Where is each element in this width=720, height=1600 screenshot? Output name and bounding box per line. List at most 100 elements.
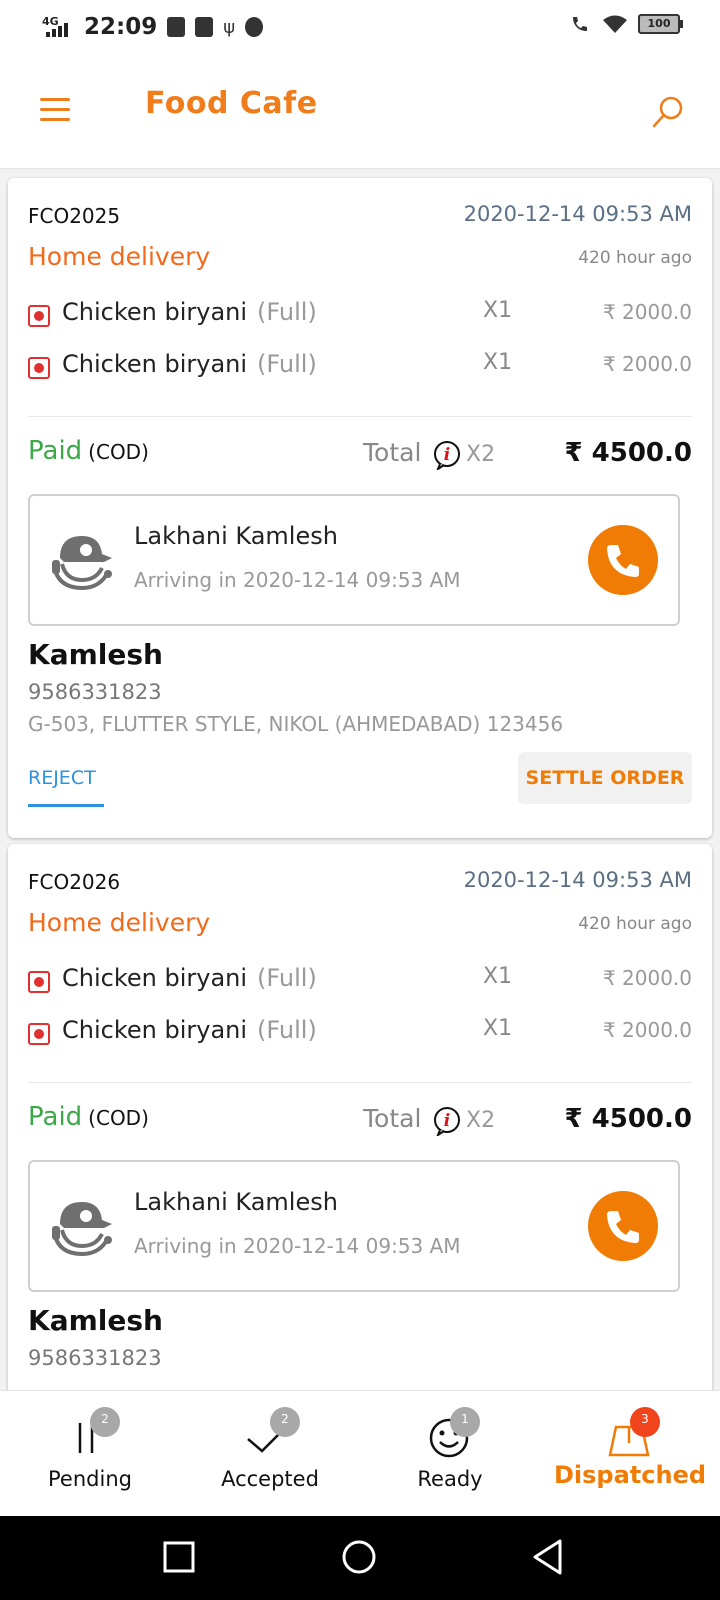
tab-accepted[interactable]: 2 Accepted <box>180 1391 360 1517</box>
non-veg-icon <box>28 357 50 379</box>
order-id: FCO2026 <box>28 870 121 894</box>
item-name: Chicken biryani (Full) <box>62 298 317 326</box>
order-item: Chicken biryani (Full) X1 ₹ 2000.0 <box>28 964 692 1004</box>
total-amount: ₹ 4500.0 <box>564 1104 692 1134</box>
tab-label: Dispatched <box>553 1461 707 1489</box>
orders-list[interactable]: FCO2025 2020-12-14 09:53 AM Home deliver… <box>0 168 720 1390</box>
app-bar: Food Cafe <box>0 56 720 169</box>
tab-label: Accepted <box>221 1467 319 1491</box>
item-qty: X1 <box>483 298 513 323</box>
payment-status: Paid (COD) <box>28 436 149 466</box>
total-count: X2 <box>466 442 496 467</box>
tab-ready[interactable]: 1 Ready <box>360 1391 540 1517</box>
status-bar: 4G 22:09 ψ 100 <box>0 0 720 56</box>
svg-text:i: i <box>444 1111 450 1131</box>
status-left: 4G 22:09 ψ <box>42 14 264 40</box>
battery-icon: 100 <box>638 14 683 34</box>
home-icon[interactable] <box>340 1538 378 1576</box>
total-label: Total <box>363 438 422 467</box>
item-variant: (Full) <box>257 298 317 326</box>
total-count: X2 <box>466 1108 496 1133</box>
call-button[interactable] <box>588 525 658 595</box>
info-icon[interactable]: i <box>432 440 462 470</box>
clock: 22:09 <box>84 14 158 40</box>
non-veg-icon <box>28 971 50 993</box>
app-title: Food Cafe <box>145 86 318 121</box>
back-icon[interactable] <box>530 1538 566 1576</box>
call-button[interactable] <box>588 1191 658 1261</box>
item-variant: (Full) <box>257 964 317 992</box>
search-icon[interactable] <box>650 94 686 130</box>
divider <box>28 1082 692 1083</box>
item-name: Chicken biryani (Full) <box>62 964 317 992</box>
order-id: FCO2025 <box>28 204 121 228</box>
non-veg-icon <box>28 305 50 327</box>
hamburger-icon <box>40 98 70 101</box>
phone-icon <box>607 1211 639 1243</box>
delivery-rider-card: Lakhani Kamlesh Arriving in 2020-12-14 0… <box>28 1160 680 1292</box>
dispatched-count-badge: 3 <box>630 1407 660 1437</box>
delivery-person-icon <box>52 1202 112 1257</box>
svg-text:i: i <box>444 445 450 465</box>
system-navigation-bar <box>0 1516 720 1600</box>
rider-name: Lakhani Kamlesh <box>134 1188 338 1216</box>
tab-dispatched[interactable]: 3 Dispatched <box>540 1391 720 1517</box>
cellular-signal-icon: 4G <box>42 15 74 39</box>
accepted-count-badge: 2 <box>270 1407 300 1437</box>
order-card[interactable]: FCO2025 2020-12-14 09:53 AM Home deliver… <box>8 178 712 838</box>
rider-name: Lakhani Kamlesh <box>134 522 338 550</box>
total-amount: ₹ 4500.0 <box>564 438 692 468</box>
order-item: Chicken biryani (Full) X1 ₹ 2000.0 <box>28 350 692 390</box>
menu-button[interactable] <box>40 98 70 122</box>
tab-pending[interactable]: 2 Pending <box>0 1391 180 1517</box>
order-card[interactable]: FCO2026 2020-12-14 09:53 AM Home deliver… <box>8 844 712 1390</box>
order-date: 2020-12-14 09:53 AM <box>463 868 692 892</box>
customer-name: Kamlesh <box>28 638 163 671</box>
bottom-navigation: 2 Pending 2 Accepted 1 Ready 3 Dispatche… <box>0 1390 720 1517</box>
divider <box>28 416 692 417</box>
item-price: ₹ 2000.0 <box>602 966 692 990</box>
status-right: 100 <box>570 14 683 34</box>
order-time-ago: 420 hour ago <box>578 248 692 268</box>
customer-phone[interactable]: 9586331823 <box>28 680 162 704</box>
item-name: Chicken biryani (Full) <box>62 1016 317 1044</box>
settle-order-button[interactable]: SETTLE ORDER <box>518 752 692 804</box>
item-name: Chicken biryani (Full) <box>62 350 317 378</box>
rider-eta: Arriving in 2020-12-14 09:53 AM <box>134 1234 461 1258</box>
item-qty: X1 <box>483 964 513 989</box>
item-variant: (Full) <box>257 350 317 378</box>
phone-icon <box>607 545 639 577</box>
pending-count-badge: 2 <box>90 1407 120 1437</box>
rider-eta: Arriving in 2020-12-14 09:53 AM <box>134 568 461 592</box>
item-price: ₹ 2000.0 <box>602 1018 692 1042</box>
usb-icon: ψ <box>223 16 236 38</box>
item-price: ₹ 2000.0 <box>602 300 692 324</box>
order-type: Home delivery <box>28 242 211 271</box>
tab-label: Pending <box>48 1467 132 1491</box>
payment-method: (COD) <box>88 1106 149 1130</box>
customer-phone[interactable]: 9586331823 <box>28 1346 162 1370</box>
delivery-person-icon <box>52 536 112 591</box>
info-icon[interactable]: i <box>432 1106 462 1136</box>
payment-method: (COD) <box>88 440 149 464</box>
delivery-rider-card: Lakhani Kamlesh Arriving in 2020-12-14 0… <box>28 494 680 626</box>
payment-status: Paid (COD) <box>28 1102 149 1132</box>
order-time-ago: 420 hour ago <box>578 914 692 934</box>
customer-address: G-503, FLUTTER STYLE, NIKOL (AHMEDABAD) … <box>28 712 564 736</box>
non-veg-icon <box>28 1023 50 1045</box>
order-item: Chicken biryani (Full) X1 ₹ 2000.0 <box>28 1016 692 1056</box>
recents-icon[interactable] <box>162 1538 196 1576</box>
customer-name: Kamlesh <box>28 1304 163 1337</box>
ready-count-badge: 1 <box>450 1407 480 1437</box>
item-variant: (Full) <box>257 1016 317 1044</box>
wifi-calling-icon <box>573 17 587 31</box>
reject-button[interactable]: REJECT <box>28 756 104 807</box>
clipboard-check-icon <box>167 17 186 37</box>
leaf-icon <box>245 17 264 37</box>
total-label: Total <box>363 1104 422 1133</box>
item-price: ₹ 2000.0 <box>602 352 692 376</box>
wifi-icon <box>603 15 627 33</box>
tab-label: Ready <box>417 1467 483 1491</box>
order-type: Home delivery <box>28 908 211 937</box>
order-item: Chicken biryani (Full) X1 ₹ 2000.0 <box>28 298 692 338</box>
